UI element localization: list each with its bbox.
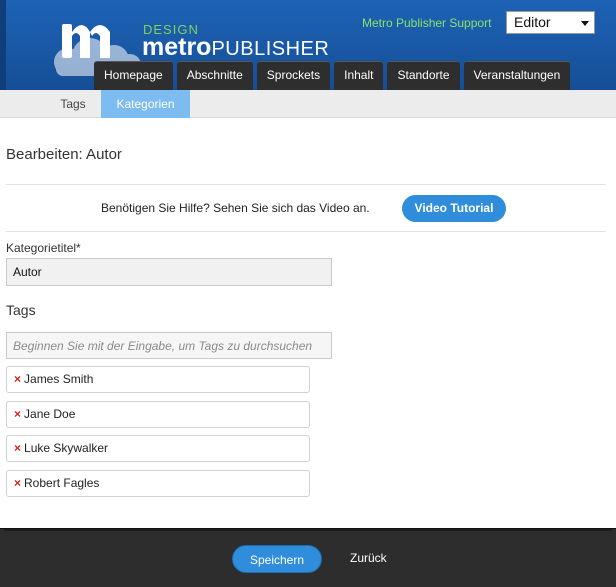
tag-label: Robert Fagles — [24, 476, 100, 490]
remove-tag-icon[interactable]: × — [14, 407, 21, 421]
nav-standorte[interactable]: Standorte — [387, 61, 460, 90]
brand-name-light: PUBLISHER — [211, 38, 330, 60]
sub-nav: Tags Kategorien — [0, 90, 616, 118]
tag-search-input[interactable] — [6, 332, 332, 359]
app-header: DESIGN metroPUBLISHER Metro Publisher Su… — [0, 0, 616, 90]
video-tutorial-button[interactable]: Video Tutorial — [402, 195, 506, 222]
category-title-input[interactable] — [6, 258, 332, 286]
nav-sprockets[interactable]: Sprockets — [256, 61, 331, 90]
brand-name: metroPUBLISHER — [142, 33, 329, 62]
action-footer: Speichern Zurück — [0, 528, 616, 587]
remove-tag-icon[interactable]: × — [14, 441, 21, 455]
nav-veranstaltungen[interactable]: Veranstaltungen — [463, 61, 571, 90]
nav-homepage[interactable]: Homepage — [94, 61, 173, 90]
tag-item: × Robert Fagles — [6, 470, 310, 497]
role-select[interactable]: Editor — [506, 11, 595, 34]
tag-item: × James Smith — [6, 366, 310, 393]
divider-help — [6, 231, 606, 232]
subnav-kategorien[interactable]: Kategorien — [101, 90, 190, 118]
category-title-label: Kategorietitel* — [6, 241, 81, 255]
tags-heading: Tags — [6, 302, 36, 318]
save-button[interactable]: Speichern — [232, 545, 322, 573]
tag-label: James Smith — [24, 372, 94, 386]
help-text: Benötigen Sie Hilfe? Sehen Sie sich das … — [101, 201, 370, 215]
support-link[interactable]: Metro Publisher Support — [362, 16, 491, 30]
header-edge — [0, 0, 6, 90]
subnav-tags[interactable]: Tags — [56, 90, 90, 118]
back-link[interactable]: Zurück — [350, 551, 387, 565]
main-nav: Homepage Abschnitte Sprockets Inhalt Sta… — [94, 61, 571, 90]
divider-top — [6, 184, 606, 185]
role-select-value: Editor — [514, 14, 551, 30]
tag-label: Jane Doe — [24, 407, 76, 421]
remove-tag-icon[interactable]: × — [14, 372, 21, 386]
tag-label: Luke Skywalker — [24, 441, 109, 455]
page-title: Bearbeiten: Autor — [6, 146, 122, 163]
tag-item: × Jane Doe — [6, 401, 310, 428]
nav-abschnitte[interactable]: Abschnitte — [176, 61, 253, 90]
tag-item: × Luke Skywalker — [6, 435, 310, 462]
brand-name-bold: metro — [142, 33, 212, 61]
nav-inhalt[interactable]: Inhalt — [334, 61, 384, 90]
footer-edge — [4, 529, 612, 531]
chevron-down-icon — [581, 21, 589, 26]
remove-tag-icon[interactable]: × — [14, 476, 21, 490]
